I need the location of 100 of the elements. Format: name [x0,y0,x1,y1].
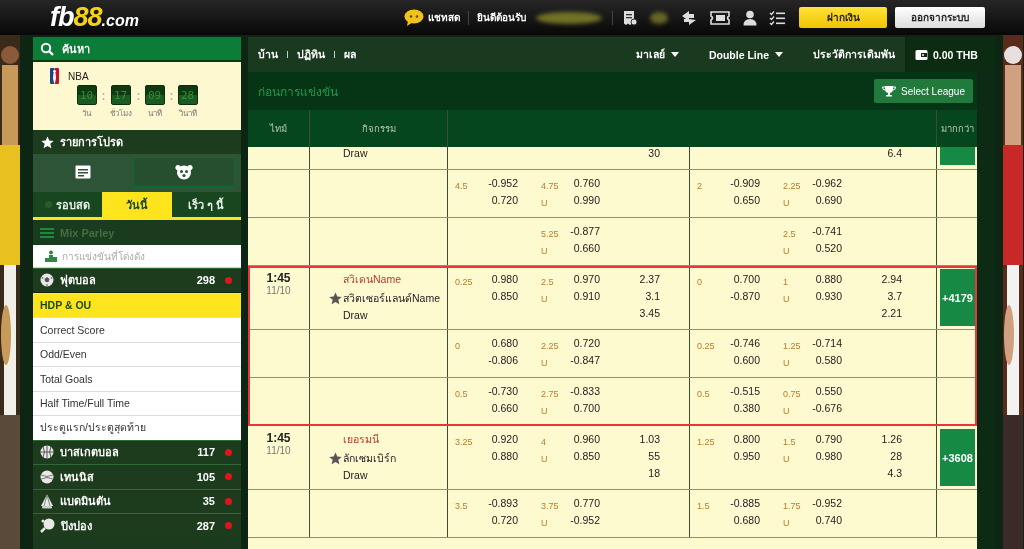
odds-value[interactable]: 3.7 [887,290,902,307]
odds-value[interactable]: 0.720 [491,514,518,531]
odds-value[interactable]: -0.952 [488,177,518,194]
football-icon [40,273,54,288]
ticket-icon[interactable] [709,10,731,25]
odds-value[interactable]: -0.806 [488,354,518,371]
odds-value[interactable]: -0.962 [812,177,842,194]
time-tab[interactable]: รอบสด [33,192,103,217]
dropdown-menu[interactable]: Double Line [708,48,783,61]
odds-value[interactable]: 0.380 [733,402,760,419]
odds-value[interactable]: -0.676 [812,402,842,419]
odds-value[interactable]: -0.952 [570,514,600,531]
logout-button[interactable]: ออกจากระบบ [895,7,985,28]
odds-value[interactable]: 3.1 [645,290,660,307]
bet-type-item[interactable]: Odd/Even [33,341,241,366]
odds-value[interactable]: 1.26 [881,433,902,450]
odds-value[interactable]: 2.94 [881,273,902,290]
sport-item[interactable]: ฟุตบอล 298 [33,268,241,293]
bet-type-item[interactable]: Correct Score [33,317,241,342]
odds-value[interactable]: -0.893 [488,497,518,514]
select-league-button[interactable]: Select League [874,79,973,103]
odds-value[interactable]: -0.885 [730,497,760,514]
star-icon[interactable] [329,452,342,465]
odds-value[interactable]: 2.37 [639,273,660,290]
bet-type-item[interactable]: Total Goals [33,366,241,391]
deposit-button[interactable]: ฝากเงิน [799,7,887,28]
odds-value[interactable]: 0.650 [733,194,760,211]
odds-value[interactable]: 2.21 [881,307,902,324]
odds-value[interactable]: 0.790 [815,433,842,450]
odds-value[interactable]: -0.909 [730,177,760,194]
more-bets-button[interactable]: +3608 [940,429,975,486]
odds-value[interactable]: 0.770 [573,497,600,514]
odds-value[interactable]: -0.515 [730,385,760,402]
more-bets-button[interactable]: +4179 [940,269,975,326]
odds-value[interactable]: 0.950 [733,450,760,467]
nav-link[interactable]: ประวัติการเดิมพัน [813,46,895,63]
odds-value[interactable]: 0.920 [491,433,518,450]
nav-link[interactable]: ผล [344,46,365,63]
odds-value[interactable]: 0.660 [491,402,518,419]
odds-value[interactable]: 1.03 [639,433,660,450]
star-icon[interactable] [329,292,342,305]
odds-value[interactable]: 55 [648,450,660,467]
odds-value[interactable]: 0.800 [733,433,760,450]
odds-value[interactable]: -0.741 [812,225,842,242]
odds-value[interactable]: -0.952 [812,497,842,514]
odds-value[interactable]: 0.660 [573,242,600,259]
odds-value[interactable]: 0.550 [815,385,842,402]
bet-type-item[interactable]: ประตูแรก/ประตูสุดท้าย [33,415,241,440]
odds-value[interactable]: 0.990 [573,194,600,211]
odds-value[interactable]: 0.720 [491,194,518,211]
swap-arrows-icon[interactable] [681,9,697,26]
odds-value[interactable]: -0.746 [730,337,760,354]
odds-value[interactable]: 0.680 [491,337,518,354]
odds-value[interactable]: 3.45 [639,307,660,324]
odds-value[interactable]: -0.714 [812,337,842,354]
odds-value[interactable]: 0.980 [815,450,842,467]
search-bar[interactable]: ค้นหา [33,37,241,62]
odds-value[interactable]: 0.520 [815,242,842,259]
odds-value[interactable]: -0.877 [570,225,600,242]
odds-value[interactable]: 0.980 [491,273,518,290]
odds-value[interactable]: 6.4 [887,147,902,164]
odds-value[interactable]: 0.910 [573,290,600,307]
odds-value[interactable]: -0.833 [570,385,600,402]
time-tab[interactable]: เร็ว ๆ นี้ [171,192,241,217]
odds-value[interactable]: 0.930 [815,290,842,307]
odds-value[interactable]: 0.700 [733,273,760,290]
scrollbar-track[interactable] [977,72,995,549]
odds-value[interactable]: 0.720 [573,337,600,354]
live-chat-link[interactable]: แชทสด [404,9,460,26]
odds-value[interactable]: 28 [890,450,902,467]
dropdown-menu[interactable]: มาเลย์ [635,46,679,63]
odds-value[interactable]: 0.600 [733,354,760,371]
odds-value[interactable]: -0.730 [488,385,518,402]
odds-value[interactable]: 0.740 [815,514,842,531]
odds-value[interactable]: 30 [648,147,660,164]
bet-type-item[interactable]: Half Time/Full Time [33,390,241,415]
odds-value[interactable]: 0.690 [815,194,842,211]
odds-value[interactable]: 0.580 [815,354,842,371]
nav-link[interactable]: ปฏิทิน [297,46,334,63]
odds-value[interactable]: 0.850 [491,290,518,307]
odds-value[interactable]: 18 [648,467,660,484]
odds-value[interactable]: -0.847 [570,354,600,371]
odds-value[interactable]: 0.880 [491,450,518,467]
odds-value[interactable]: 4.3 [887,467,902,484]
user-icon[interactable] [743,9,757,26]
odds-value[interactable]: 0.850 [573,450,600,467]
odds-value[interactable]: 0.880 [815,273,842,290]
odds-value[interactable]: -0.870 [730,290,760,307]
time-tab[interactable]: วันนี้ [102,192,172,217]
nav-link[interactable]: บ้าน [258,46,287,63]
checklist-icon[interactable] [769,9,785,26]
bet-type-item[interactable]: HDP & OU [33,292,241,317]
odds-value[interactable]: 0.970 [573,273,600,290]
odds-value[interactable]: 0.700 [573,402,600,419]
odds-value[interactable]: 0.680 [733,514,760,531]
site-logo[interactable]: fb88.com [50,2,139,33]
receipt-icon[interactable] [623,9,637,26]
odds-value[interactable]: 0.960 [573,433,600,450]
view-tab[interactable] [133,157,235,187]
odds-value[interactable]: 0.760 [573,177,600,194]
